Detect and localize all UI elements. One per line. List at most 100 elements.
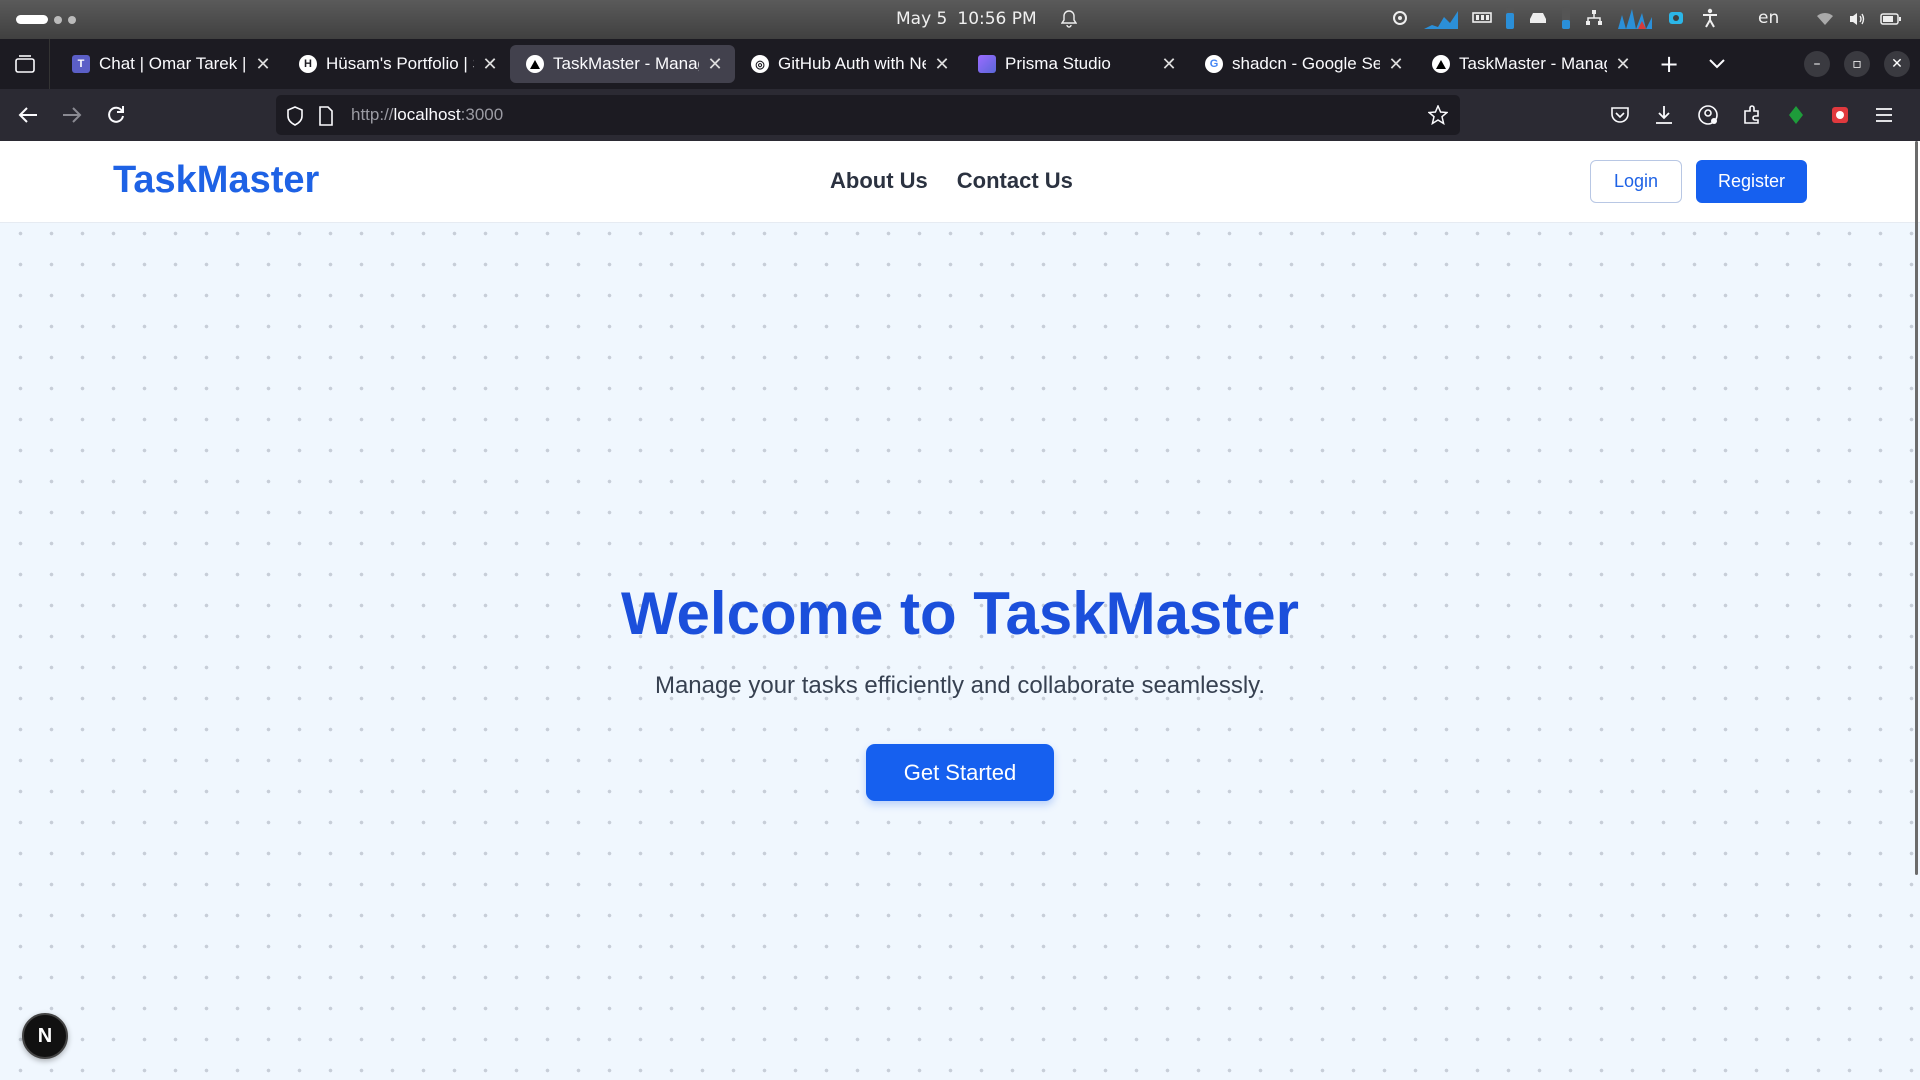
tab-portfolio[interactable]: H Hüsam's Portfolio | S ✕ — [283, 45, 510, 83]
clock-date: May 5 — [896, 9, 948, 29]
cpu-graph-icon — [1424, 8, 1458, 29]
hamburger-menu-icon — [1876, 108, 1892, 122]
tab-prisma-studio[interactable]: Prisma Studio ✕ — [962, 45, 1189, 83]
scrollbar-thumb[interactable] — [1915, 141, 1918, 875]
workspace-dot — [68, 15, 76, 24]
nextjs-devtools-badge[interactable]: N — [22, 1013, 68, 1059]
arrow-left-icon — [18, 107, 37, 123]
page-scrollbar[interactable] — [1914, 141, 1920, 1080]
status-menu[interactable] — [1816, 11, 1902, 27]
hero-title: Welcome to TaskMaster — [620, 580, 1300, 647]
clock-time: 10:56 PM — [957, 9, 1037, 29]
address-bar[interactable]: http://localhost:3000 — [276, 95, 1460, 135]
vercel-triangle-icon — [526, 55, 544, 73]
volume-icon — [1850, 13, 1865, 25]
minimize-icon: – — [1813, 56, 1821, 72]
tab-taskmaster[interactable]: TaskMaster - Manag ✕ — [1416, 45, 1643, 83]
tab-github-auth[interactable]: ◎ GitHub Auth with Ne ✕ — [735, 45, 962, 83]
tab-label: Prisma Studio — [1005, 54, 1111, 73]
tab-teams-chat[interactable]: T Chat | Omar Tarek | I ✕ — [56, 45, 283, 83]
extension-red-button[interactable] — [1826, 101, 1854, 129]
close-tab-icon[interactable]: ✕ — [1613, 54, 1633, 75]
url-port: :3000 — [460, 105, 504, 124]
memory-level-bar — [1506, 7, 1514, 29]
tab-overview-button[interactable] — [0, 39, 50, 89]
teams-icon: T — [72, 55, 90, 73]
reload-button[interactable] — [100, 99, 132, 131]
network-graph-icon — [1618, 8, 1652, 29]
prisma-icon — [978, 55, 996, 73]
account-icon — [1698, 105, 1718, 125]
extension-green-button[interactable] — [1782, 101, 1810, 129]
arrow-right-icon — [63, 107, 82, 123]
tab-label: TaskMaster - Manag — [1459, 54, 1607, 73]
tab-label: Chat | Omar Tarek | I — [99, 54, 247, 73]
workspace-dot — [54, 15, 62, 24]
system-top-bar: May 5 10:56 PM en — [0, 0, 1920, 39]
pocket-icon — [1611, 107, 1629, 123]
openai-icon: ◎ — [751, 55, 769, 73]
cpu-monitor-icon[interactable] — [1390, 8, 1410, 28]
activities-indicator[interactable] — [16, 15, 76, 24]
disk-level-bar — [1562, 7, 1570, 29]
keyboard-language-indicator[interactable]: en — [1758, 8, 1779, 28]
tab-google-search[interactable]: G shadcn - Google Sea ✕ — [1189, 45, 1416, 83]
downloads-button[interactable] — [1650, 101, 1678, 129]
url-host: localhost — [393, 105, 461, 124]
close-tab-icon[interactable]: ✕ — [480, 54, 500, 75]
close-tab-icon[interactable]: ✕ — [1386, 54, 1406, 75]
maximize-window-button[interactable]: ▫ — [1844, 51, 1870, 77]
disk-icon[interactable] — [1528, 8, 1548, 28]
nav-about-us-link[interactable]: About Us — [830, 168, 928, 194]
tracking-shield-icon[interactable] — [286, 106, 304, 126]
app-menu-button[interactable] — [1870, 101, 1898, 129]
login-button[interactable]: Login — [1590, 160, 1682, 203]
close-tab-icon[interactable]: ✕ — [705, 54, 725, 75]
list-all-tabs-button[interactable] — [1697, 44, 1737, 84]
minimize-window-button[interactable]: – — [1804, 51, 1830, 77]
portfolio-h-icon: H — [299, 55, 317, 73]
network-monitor-icon[interactable] — [1584, 8, 1604, 28]
pocket-button[interactable] — [1606, 101, 1634, 129]
close-tab-icon[interactable]: ✕ — [253, 54, 273, 75]
hero-subtitle: Manage your tasks efficiently and collab… — [654, 672, 1266, 699]
browser-navigation-bar: http://localhost:3000 — [0, 89, 1920, 141]
forward-button[interactable] — [56, 99, 88, 131]
page-info-icon[interactable] — [318, 106, 334, 126]
new-tab-button[interactable]: + — [1649, 44, 1689, 84]
get-started-button[interactable]: Get Started — [866, 744, 1054, 801]
tab-label: GitHub Auth with Ne — [778, 54, 926, 73]
site-header: TaskMaster About Us Contact Us Login Reg… — [0, 141, 1920, 223]
workspace-active-pill — [16, 15, 48, 24]
plus-icon: + — [1658, 50, 1680, 78]
red-extension-icon — [1832, 107, 1848, 123]
tab-label: shadcn - Google Sea — [1232, 54, 1380, 73]
puzzle-icon — [1744, 105, 1759, 124]
register-button[interactable]: Register — [1696, 160, 1807, 203]
memory-icon[interactable] — [1472, 8, 1492, 28]
bookmark-star-icon[interactable] — [1428, 105, 1448, 125]
extensions-button[interactable] — [1738, 101, 1766, 129]
tab-taskmaster-active[interactable]: TaskMaster - Manag ✕ — [510, 45, 735, 83]
close-tab-icon[interactable]: ✕ — [932, 54, 952, 75]
toolbar-actions — [1606, 101, 1898, 129]
tab-label: Hüsam's Portfolio | S — [326, 54, 474, 73]
battery-icon — [1880, 13, 1901, 25]
url-text[interactable]: http://localhost:3000 — [351, 105, 503, 125]
account-button[interactable] — [1694, 101, 1722, 129]
close-window-button[interactable]: ✕ — [1884, 51, 1910, 77]
tab-overview-icon — [14, 55, 35, 73]
accessibility-icon[interactable] — [1700, 8, 1720, 28]
browser-tab-strip: T Chat | Omar Tarek | I ✕ H Hüsam's Port… — [0, 39, 1920, 89]
download-icon — [1656, 106, 1672, 124]
green-leaf-extension-icon — [1789, 106, 1803, 124]
tab-label: TaskMaster - Manag — [553, 54, 699, 73]
google-icon: G — [1205, 55, 1223, 73]
screenshot-tool-icon[interactable] — [1666, 8, 1686, 28]
brand-logo-text[interactable]: TaskMaster — [113, 159, 319, 202]
url-scheme: http:// — [351, 105, 394, 124]
clock[interactable]: May 5 10:56 PM — [896, 9, 1077, 29]
nav-contact-us-link[interactable]: Contact Us — [957, 168, 1073, 194]
close-tab-icon[interactable]: ✕ — [1159, 54, 1179, 75]
back-button[interactable] — [12, 99, 44, 131]
